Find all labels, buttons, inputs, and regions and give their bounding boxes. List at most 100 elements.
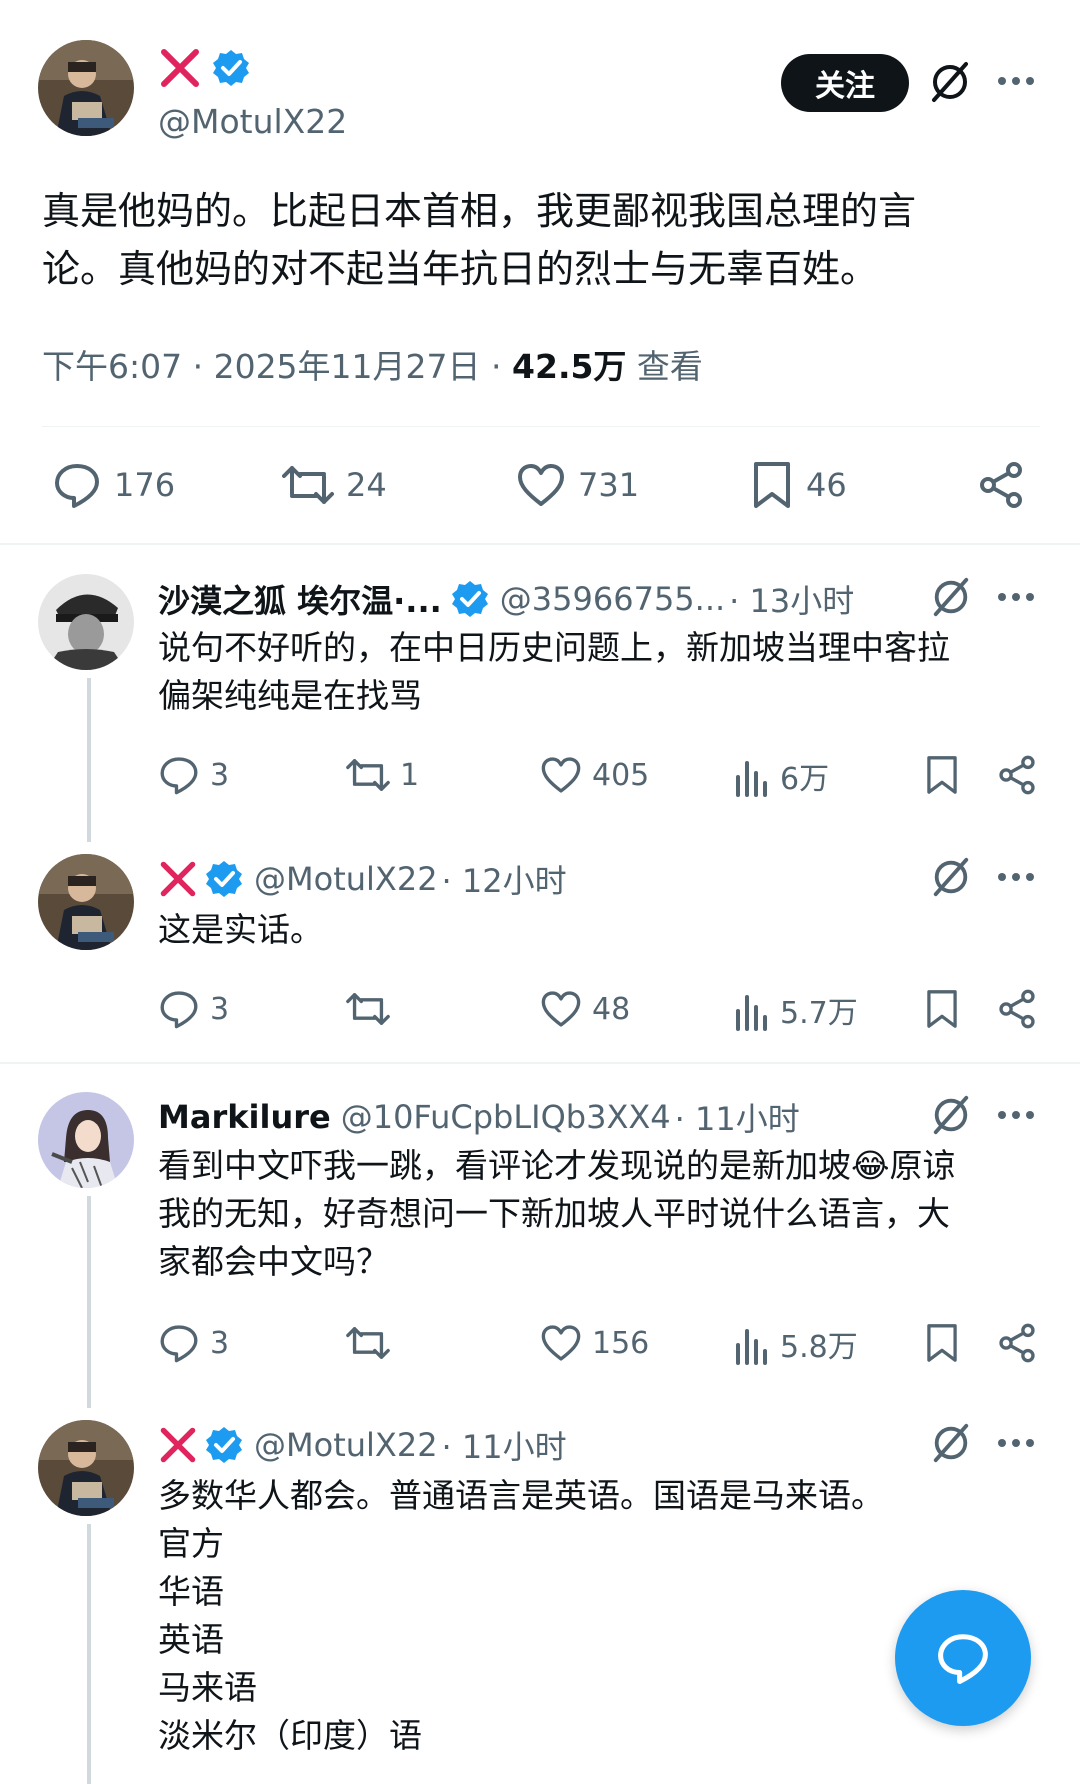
more-options-icon[interactable] bbox=[996, 74, 1036, 88]
reply-header: Markilure @10FuCpbLIQb3XX4 · 11小时 bbox=[158, 1094, 800, 1140]
reply-text-line: 华语 bbox=[158, 1572, 224, 1611]
reply-handle[interactable]: @35966755... bbox=[500, 580, 725, 618]
reply-text-line: 淡米尔（印度）语 bbox=[158, 1716, 422, 1755]
reply-avatar[interactable] bbox=[38, 1092, 134, 1188]
reply-button[interactable]: 176 bbox=[52, 460, 175, 510]
verified-badge-icon bbox=[206, 861, 242, 897]
like-button[interactable]: 156 bbox=[540, 1322, 649, 1364]
retweet-count: 24 bbox=[346, 466, 387, 504]
views-button[interactable]: 6万 bbox=[734, 754, 829, 798]
reply-count: 3 bbox=[210, 757, 230, 793]
retweet-icon bbox=[346, 759, 390, 791]
share-button[interactable] bbox=[996, 988, 1038, 1030]
x-mark-icon bbox=[160, 861, 196, 897]
compose-reply-button[interactable] bbox=[895, 1590, 1031, 1726]
bookmark-button[interactable] bbox=[924, 988, 960, 1030]
retweet-count: 1 bbox=[400, 757, 420, 793]
reply-display-name[interactable]: Markilure bbox=[158, 1098, 331, 1136]
retweet-button[interactable] bbox=[346, 1322, 390, 1364]
retweet-button[interactable]: 24 bbox=[282, 460, 387, 510]
like-button[interactable]: 48 bbox=[540, 988, 630, 1030]
more-options-icon[interactable] bbox=[996, 1436, 1036, 1450]
like-count: 156 bbox=[592, 1325, 650, 1361]
view-count: 6万 bbox=[780, 762, 830, 797]
verified-badge-icon bbox=[213, 50, 250, 86]
reply-icon bbox=[160, 991, 198, 1029]
like-count: 731 bbox=[578, 466, 640, 504]
verified-badge-icon bbox=[206, 1427, 242, 1463]
x-mark-icon bbox=[161, 49, 199, 87]
author-handle[interactable]: @MotulX22 bbox=[158, 102, 347, 141]
reply-header: 沙漠之狐 埃尔温·... @35966755... · 13小时 bbox=[158, 576, 854, 622]
reply-count: 176 bbox=[114, 466, 176, 504]
divider bbox=[0, 1062, 1080, 1064]
bookmark-button[interactable]: 46 bbox=[750, 460, 847, 510]
follow-button[interactable]: 关注 bbox=[781, 54, 909, 112]
reply-button[interactable]: 3 bbox=[158, 1322, 229, 1364]
author-avatar[interactable] bbox=[38, 40, 134, 136]
bookmark-icon bbox=[927, 990, 957, 1028]
heart-icon bbox=[541, 991, 581, 1027]
bookmark-button[interactable] bbox=[924, 754, 960, 796]
tweet-timestamp[interactable]: 下午6:07 · 2025年11月27日 · bbox=[42, 347, 512, 386]
reply-text-line: 看到中文吓我一跳，看评论才发现说的是新加坡😂原谅 bbox=[158, 1146, 956, 1185]
share-icon bbox=[999, 755, 1035, 795]
share-button[interactable] bbox=[976, 460, 1026, 510]
bookmark-icon bbox=[927, 756, 957, 794]
reply-avatar[interactable] bbox=[38, 854, 134, 950]
views-label: 查看 bbox=[626, 347, 703, 386]
like-button[interactable]: 405 bbox=[540, 754, 649, 796]
divider bbox=[0, 543, 1080, 545]
grok-icon[interactable] bbox=[930, 576, 972, 618]
reply-icon bbox=[160, 1325, 198, 1363]
grok-icon[interactable] bbox=[930, 856, 972, 898]
reply-display-name[interactable]: 沙漠之狐 埃尔温·... bbox=[158, 576, 442, 622]
reply-time[interactable]: · 12小时 bbox=[442, 856, 567, 902]
like-button[interactable]: 731 bbox=[516, 460, 639, 510]
retweet-button[interactable]: 1 bbox=[346, 754, 419, 796]
reply-text: 看到中文吓我一跳，看评论才发现说的是新加坡😂原谅 我的无知，好奇想问一下新加坡人… bbox=[158, 1142, 1038, 1286]
reply-text-line: 家都会中文吗？ bbox=[158, 1242, 389, 1281]
view-count: 5.8万 bbox=[780, 1330, 858, 1365]
view-count: 5.7万 bbox=[780, 996, 858, 1031]
retweet-button[interactable] bbox=[346, 988, 390, 1030]
reply-text-line: 说句不好听的，在中日历史问题上，新加坡当理中客拉 bbox=[158, 628, 950, 667]
reply-text-line: 这是实话。 bbox=[158, 910, 323, 949]
reply-handle[interactable]: @10FuCpbLIQb3XX4 bbox=[341, 1098, 671, 1136]
reply-avatar[interactable] bbox=[38, 574, 134, 670]
more-options-icon[interactable] bbox=[996, 870, 1036, 884]
heart-icon bbox=[541, 1325, 581, 1361]
reply-avatar[interactable] bbox=[38, 1420, 134, 1516]
grok-icon[interactable] bbox=[930, 1094, 972, 1136]
reply-count: 3 bbox=[210, 1325, 230, 1361]
share-icon bbox=[999, 1323, 1035, 1363]
tweet-text: 真是他妈的。比起日本首相，我更鄙视我国总理的言 论。真他妈的对不起当年抗日的烈士… bbox=[42, 182, 1042, 298]
views-button[interactable]: 5.7万 bbox=[734, 988, 858, 1032]
display-name[interactable] bbox=[158, 46, 251, 90]
reply-button[interactable]: 3 bbox=[158, 988, 229, 1030]
heart-icon bbox=[541, 757, 581, 793]
analytics-icon bbox=[736, 995, 767, 1031]
reply-time[interactable]: · 11小时 bbox=[442, 1422, 567, 1468]
more-options-icon[interactable] bbox=[996, 1108, 1036, 1122]
reply-icon bbox=[55, 464, 99, 508]
grok-icon[interactable] bbox=[928, 60, 972, 104]
analytics-icon bbox=[736, 1329, 767, 1365]
bookmark-button[interactable] bbox=[924, 1322, 960, 1364]
views-button[interactable]: 5.8万 bbox=[734, 1322, 858, 1366]
reply-time[interactable]: · 13小时 bbox=[729, 576, 854, 622]
like-count: 48 bbox=[592, 991, 631, 1027]
share-button[interactable] bbox=[996, 1322, 1038, 1364]
reply-handle[interactable]: @MotulX22 bbox=[254, 860, 438, 898]
reply-handle[interactable]: @MotulX22 bbox=[254, 1426, 438, 1464]
grok-icon[interactable] bbox=[930, 1422, 972, 1464]
analytics-icon bbox=[736, 761, 767, 797]
reply-text-line: 偏架纯纯是在找骂 bbox=[158, 676, 422, 715]
share-button[interactable] bbox=[996, 754, 1038, 796]
retweet-icon bbox=[282, 466, 334, 504]
reply-button[interactable]: 3 bbox=[158, 754, 229, 796]
reply-time[interactable]: · 11小时 bbox=[675, 1094, 800, 1140]
reply-text: 这是实话。 bbox=[158, 906, 1038, 954]
reply-text: 说句不好听的，在中日历史问题上，新加坡当理中客拉 偏架纯纯是在找骂 bbox=[158, 624, 1038, 720]
more-options-icon[interactable] bbox=[996, 590, 1036, 604]
